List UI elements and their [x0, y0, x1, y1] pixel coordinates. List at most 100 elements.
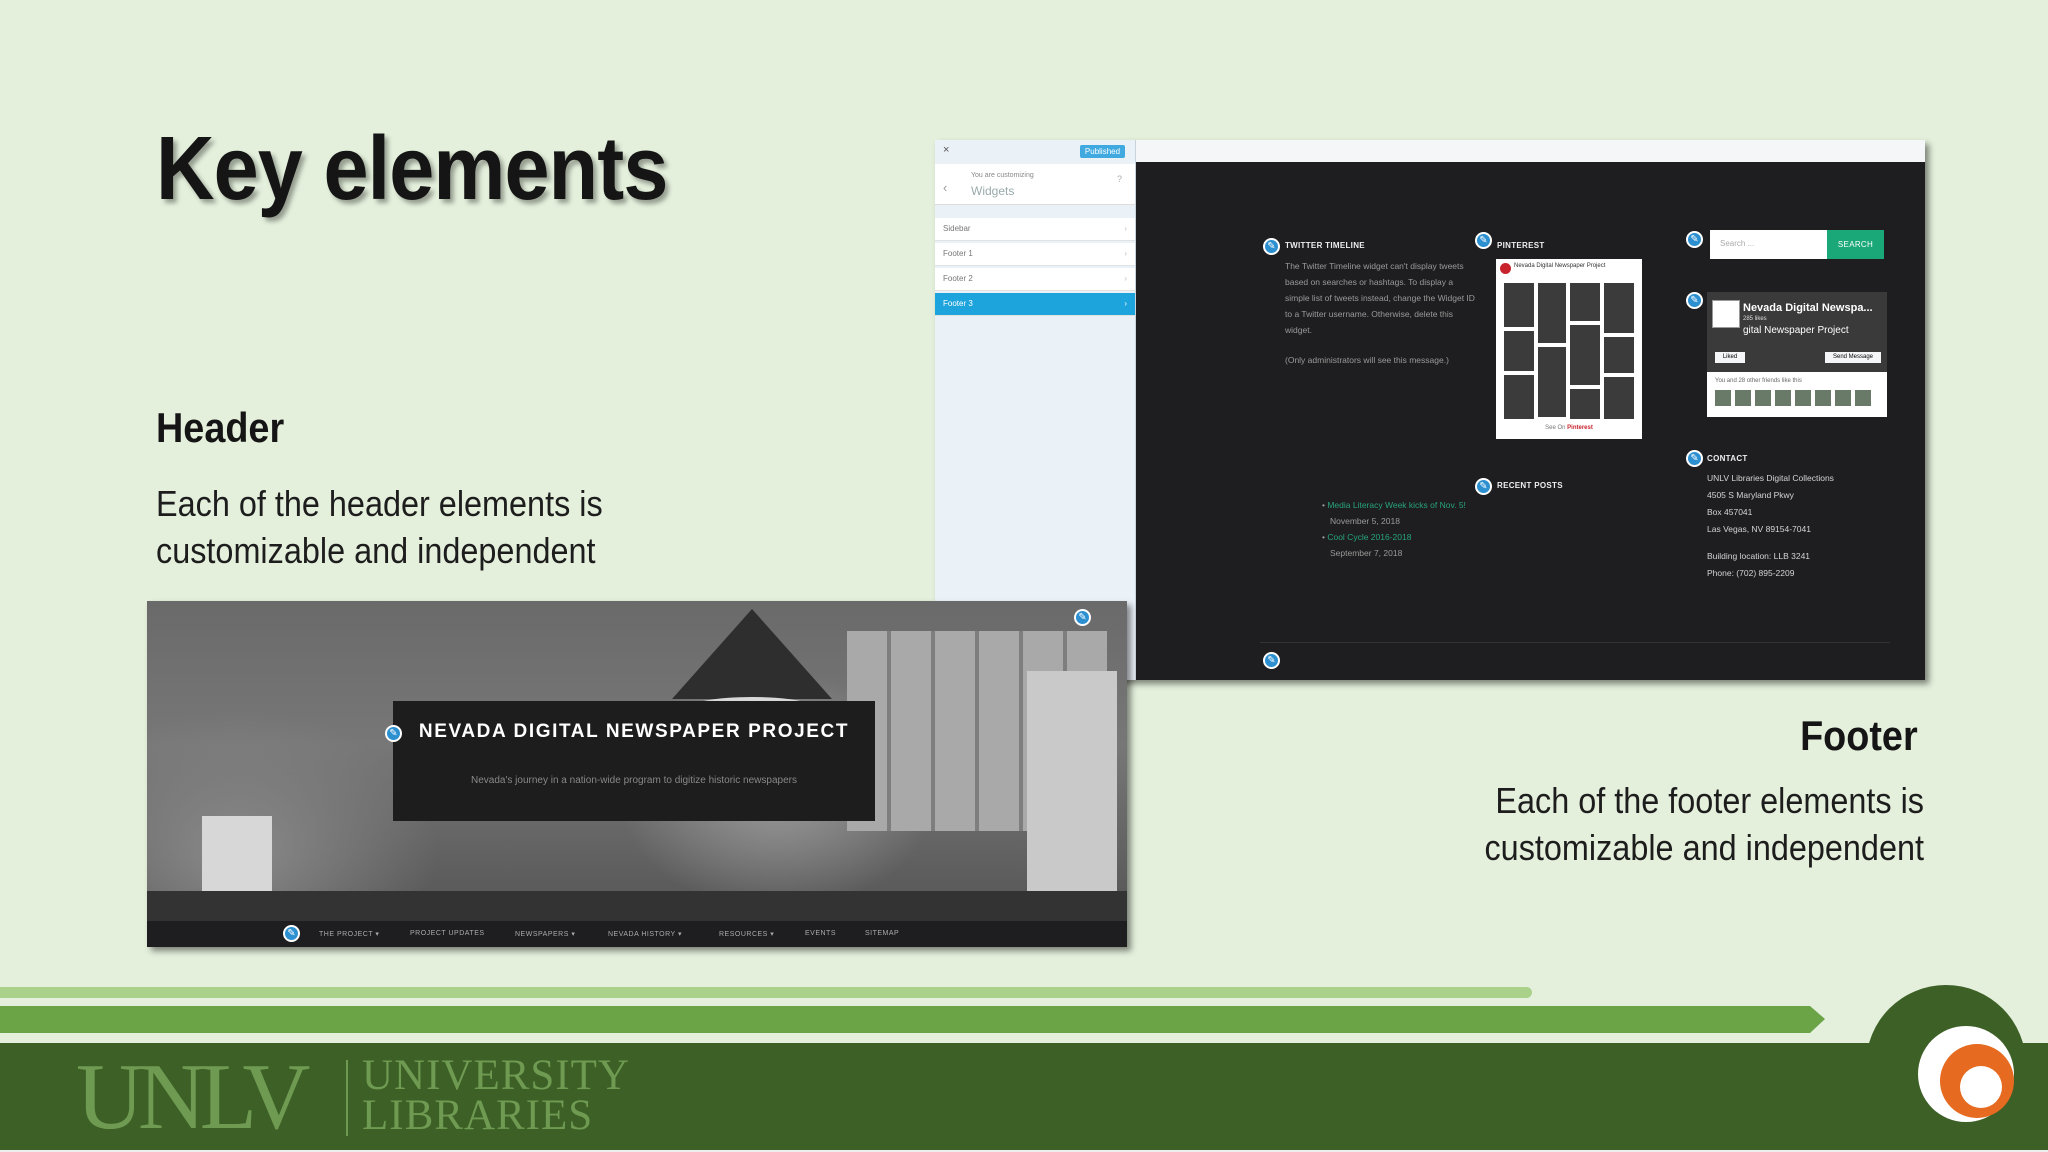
pinterest-widget-title: PINTEREST: [1497, 241, 1545, 250]
edit-pinterest-icon[interactable]: ✎: [1475, 232, 1492, 249]
customizer-panel: × Published ‹ You are customizing Widget…: [935, 140, 1136, 680]
facebook-like-button[interactable]: Liked: [1715, 352, 1745, 363]
contact-phone: Phone: (702) 895-2209: [1707, 568, 1795, 578]
avatar[interactable]: [1795, 390, 1811, 406]
recent-posts-list: • Media Literacy Week kicks of Nov. 5! N…: [1322, 497, 1482, 561]
footer-screenshot: × Published ‹ You are customizing Widget…: [935, 140, 1925, 680]
facebook-page-widget[interactable]: Nevada Digital Newspa... 285 likes gital…: [1707, 292, 1887, 417]
footer-description: Each of the footer elements is customiza…: [1484, 780, 1924, 868]
logo-separator: [346, 1060, 348, 1136]
edit-social-icon[interactable]: ✎: [1263, 652, 1280, 669]
nav-item-events[interactable]: EVENTS: [805, 930, 836, 937]
nav-item-sitemap[interactable]: SITEMAP: [865, 930, 899, 937]
edit-contact-icon[interactable]: ✎: [1686, 450, 1703, 467]
footer-band: [0, 1043, 2048, 1152]
pinterest-logo-icon: [1500, 263, 1511, 274]
avatar[interactable]: [1735, 390, 1751, 406]
site-title[interactable]: NEVADA DIGITAL NEWSPAPER PROJECT: [393, 721, 875, 743]
contact-line: UNLV Libraries Digital Collections: [1707, 473, 1834, 483]
list-item: • Media Literacy Week kicks of Nov. 5!: [1322, 500, 1466, 510]
pinterest-board[interactable]: Nevada Digital Newspaper Project See On …: [1496, 259, 1642, 439]
widget-area-footer-3[interactable]: Footer 3 ›: [935, 293, 1135, 316]
back-icon[interactable]: ‹: [943, 180, 947, 195]
pin-image[interactable]: [1504, 331, 1534, 371]
recent-post-date: September 7, 2018: [1330, 548, 1403, 558]
photo-papers: [1027, 671, 1117, 891]
avatar[interactable]: [1755, 390, 1771, 406]
widget-area-footer-1[interactable]: Footer 1 ›: [935, 243, 1135, 266]
edit-menu-icon[interactable]: ✎: [283, 925, 300, 942]
logo-line-libraries: LIBRARIES: [362, 1092, 594, 1139]
publish-button[interactable]: Published: [1080, 145, 1125, 158]
footer-divider: [1260, 642, 1890, 643]
contact-title: CONTACT: [1707, 454, 1748, 463]
pinterest-board-title: Nevada Digital Newspaper Project: [1514, 263, 1606, 269]
edit-search-icon[interactable]: ✎: [1686, 231, 1703, 248]
help-icon[interactable]: ?: [1117, 174, 1122, 184]
facebook-message-button[interactable]: Send Message: [1825, 352, 1881, 363]
pin-image[interactable]: [1604, 337, 1634, 373]
nav-item-nevada-history[interactable]: NEVADA HISTORY ▾: [608, 930, 682, 938]
avatar[interactable]: [1835, 390, 1851, 406]
avatar[interactable]: [1775, 390, 1791, 406]
edit-recent-posts-icon[interactable]: ✎: [1475, 478, 1492, 495]
twitter-widget-text: The Twitter Timeline widget can't displa…: [1285, 261, 1475, 335]
edit-header-image-icon[interactable]: ✎: [1074, 609, 1091, 626]
facebook-page-name[interactable]: Nevada Digital Newspa...: [1743, 302, 1873, 314]
widget-area-footer-2[interactable]: Footer 2 ›: [935, 268, 1135, 291]
pinterest-footer[interactable]: See On Pinterest: [1496, 425, 1642, 431]
pin-image[interactable]: [1504, 375, 1534, 419]
list-item: • Cool Cycle 2016-2018: [1322, 532, 1412, 542]
pin-image[interactable]: [1538, 347, 1566, 417]
recent-post-link[interactable]: Media Literacy Week kicks of Nov. 5!: [1327, 500, 1466, 510]
header-screenshot: ✎ ✎ NEVADA DIGITAL NEWSPAPER PROJECT Nev…: [147, 601, 1127, 947]
panel-header: [935, 164, 1135, 205]
search-button[interactable]: SEARCH: [1827, 230, 1884, 259]
avatar[interactable]: [1815, 390, 1831, 406]
pin-image[interactable]: [1570, 325, 1600, 385]
nav-item-project-updates[interactable]: PROJECT UPDATES: [410, 930, 485, 937]
footer-heading: Footer: [1800, 712, 1918, 759]
widget-area-sidebar[interactable]: Sidebar ›: [935, 218, 1135, 241]
twitter-admin-note: (Only administrators will see this messa…: [1285, 355, 1449, 365]
decorative-stripe-light: [0, 987, 1532, 998]
facebook-page-logo: [1712, 300, 1740, 328]
pin-image[interactable]: [1538, 283, 1566, 343]
slide-title: Key elements: [156, 119, 668, 219]
pin-image[interactable]: [1604, 377, 1634, 419]
header-description: Each of the header elements is customiza…: [156, 483, 603, 571]
logo-line-university: UNIVERSITY: [362, 1052, 630, 1099]
pin-image[interactable]: [1570, 389, 1600, 419]
pin-image[interactable]: [1570, 283, 1600, 321]
contact-line: Box 457041: [1707, 507, 1753, 517]
main-navigation: ✎ THE PROJECT ▾ PROJECT UPDATES NEWSPAPE…: [147, 921, 1127, 947]
nav-item-resources[interactable]: RESOURCES ▾: [719, 930, 774, 938]
recent-post-link[interactable]: Cool Cycle 2016-2018: [1327, 532, 1411, 542]
university-libraries-logo: UNIVERSITY LIBRARIES: [362, 1052, 630, 1139]
facebook-likes: 285 likes: [1743, 316, 1767, 322]
panel-title: Widgets: [971, 184, 1015, 198]
orange-ring-hole: [1960, 1066, 2002, 1108]
nav-item-newspapers[interactable]: NEWSPAPERS ▾: [515, 930, 575, 938]
site-title-box: ✎ NEVADA DIGITAL NEWSPAPER PROJECT Nevad…: [385, 701, 875, 821]
search-placeholder: Search ...: [1720, 239, 1755, 248]
edit-twitter-icon[interactable]: ✎: [1263, 238, 1280, 255]
recent-posts-title: RECENT POSTS: [1497, 481, 1563, 490]
nav-item-the-project[interactable]: THE PROJECT ▾: [319, 930, 379, 938]
twitter-widget-title: TWITTER TIMELINE: [1285, 241, 1365, 250]
avatar[interactable]: [1855, 390, 1871, 406]
recent-post-date: November 5, 2018: [1330, 516, 1400, 526]
photo-lamp: [672, 609, 832, 699]
unlv-logo: UNLV: [76, 1045, 310, 1149]
header-heading: Header: [156, 404, 285, 451]
contact-block: UNLV Libraries Digital Collections 4505 …: [1707, 470, 1897, 582]
pin-image[interactable]: [1504, 283, 1534, 327]
avatar[interactable]: [1715, 390, 1731, 406]
close-icon[interactable]: ×: [943, 144, 949, 156]
facebook-cover-text: gital Newspaper Project: [1743, 325, 1849, 336]
pin-image[interactable]: [1604, 283, 1634, 333]
edit-facebook-icon[interactable]: ✎: [1686, 292, 1703, 309]
contact-location: Building location: LLB 3241: [1707, 551, 1811, 561]
decorative-stripe-arrow: [0, 1006, 1825, 1033]
contact-line: Las Vegas, NV 89154-7041: [1707, 524, 1811, 534]
